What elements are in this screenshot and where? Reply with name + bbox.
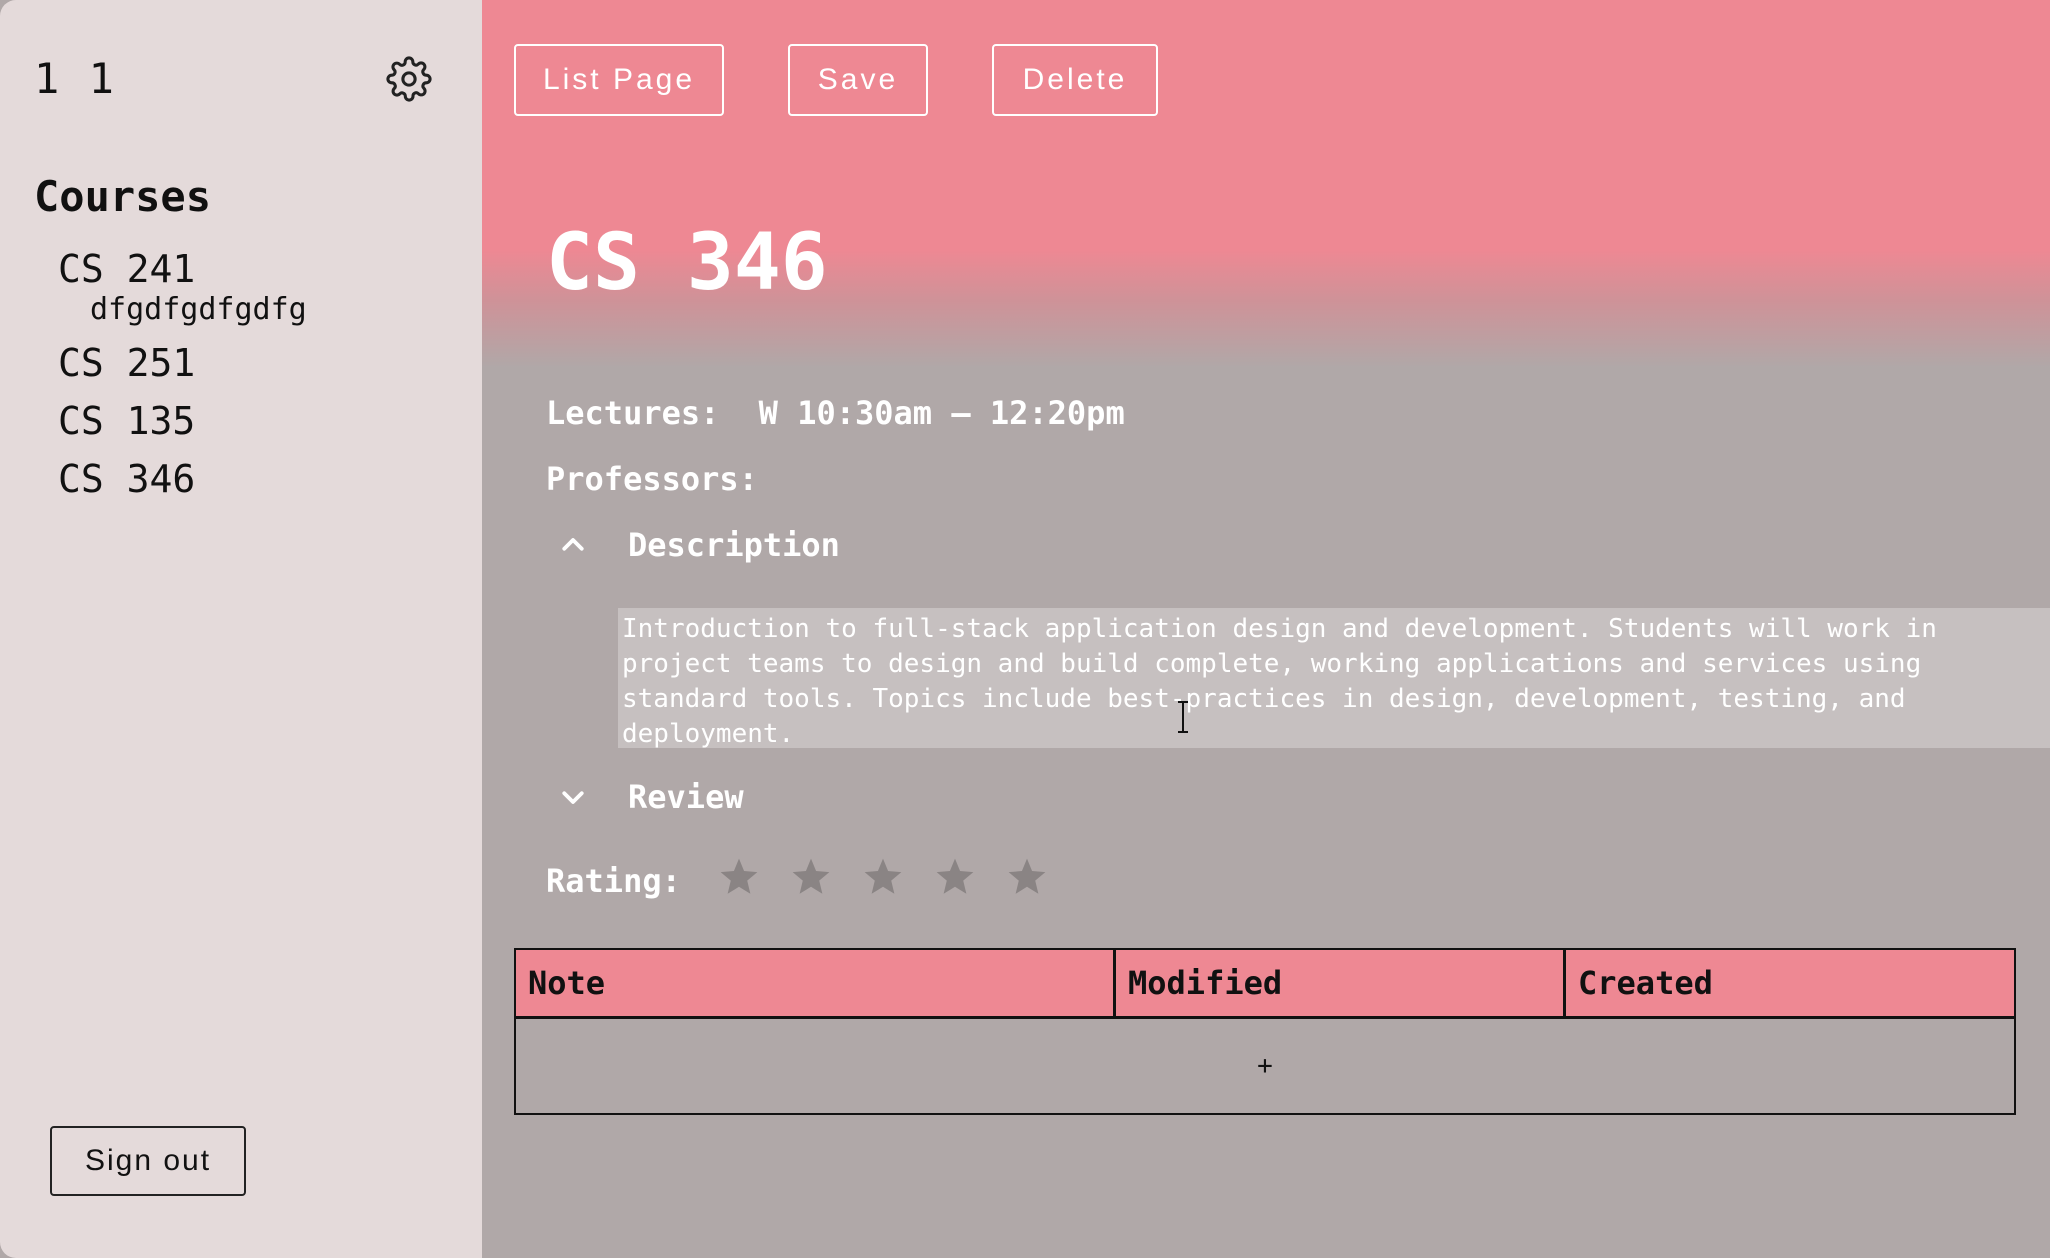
add-note-button[interactable]: + bbox=[516, 1019, 2014, 1113]
save-button[interactable]: Save bbox=[788, 44, 928, 116]
star-icon[interactable] bbox=[934, 856, 976, 898]
course-item-cs346[interactable]: CS 346 bbox=[58, 450, 307, 508]
lectures-row: Lectures: W 10:30am – 12:20pm bbox=[546, 394, 1125, 432]
professors-label: Professors: bbox=[546, 460, 758, 498]
review-label: Review bbox=[628, 778, 744, 816]
page-title: CS 346 bbox=[546, 218, 828, 308]
chevron-up-icon bbox=[562, 538, 584, 551]
sign-out-button[interactable]: Sign out bbox=[50, 1126, 246, 1196]
gear-icon[interactable] bbox=[386, 56, 432, 102]
review-toggle[interactable]: Review bbox=[558, 778, 744, 816]
column-header-modified[interactable]: Modified bbox=[1116, 950, 1566, 1016]
lectures-value: W 10:30am – 12:20pm bbox=[758, 394, 1125, 432]
text-cursor-icon bbox=[1178, 701, 1188, 733]
user-name: 1 1 bbox=[34, 54, 116, 103]
star-icon[interactable] bbox=[718, 856, 760, 898]
main-content: List Page Save Delete CS 346 Lectures: W… bbox=[482, 0, 2050, 1258]
list-page-button[interactable]: List Page bbox=[514, 44, 724, 116]
course-item-cs251[interactable]: CS 251 bbox=[58, 334, 307, 392]
course-header: List Page Save Delete CS 346 bbox=[482, 0, 2050, 368]
description-text[interactable]: Introduction to full-stack application d… bbox=[618, 608, 2050, 749]
star-icon[interactable] bbox=[1006, 856, 1048, 898]
rating-stars bbox=[718, 856, 1048, 898]
course-item-cs241[interactable]: CS 241 bbox=[58, 240, 307, 298]
lectures-label: Lectures: bbox=[546, 394, 720, 432]
notes-table-header: Note Modified Created bbox=[516, 950, 2014, 1019]
star-icon[interactable] bbox=[862, 856, 904, 898]
description-toggle[interactable]: Description bbox=[558, 526, 840, 564]
sidebar: 1 1 Courses CS 241 dfgdfgdfgdfg CS 251 C… bbox=[0, 0, 482, 1258]
chevron-down-icon bbox=[562, 791, 584, 804]
star-icon[interactable] bbox=[790, 856, 832, 898]
description-label: Description bbox=[628, 526, 840, 564]
course-item-cs135[interactable]: CS 135 bbox=[58, 392, 307, 450]
column-header-created[interactable]: Created bbox=[1566, 950, 2014, 1016]
column-header-note[interactable]: Note bbox=[516, 950, 1116, 1016]
notes-table: Note Modified Created + bbox=[514, 948, 2016, 1115]
delete-button[interactable]: Delete bbox=[992, 44, 1158, 116]
course-list: CS 241 dfgdfgdfgdfg CS 251 CS 135 CS 346 bbox=[58, 240, 307, 508]
rating-label: Rating: bbox=[546, 862, 681, 900]
course-subitem[interactable]: dfgdfgdfgdfg bbox=[58, 292, 307, 328]
app-window: 1 1 Courses CS 241 dfgdfgdfgdfg CS 251 C… bbox=[0, 0, 2050, 1258]
courses-heading: Courses bbox=[34, 172, 212, 221]
